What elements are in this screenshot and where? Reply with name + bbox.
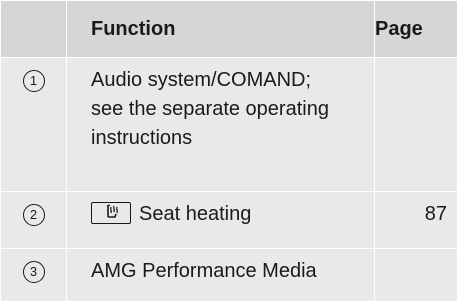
- function-text-line: Audio system/COMAND;: [91, 66, 368, 95]
- function-cell: Seat heating: [67, 192, 375, 249]
- function-text-line: instructions: [91, 124, 368, 153]
- circled-number: 3: [23, 261, 45, 283]
- function-cell: Audio system/COMAND; see the separate op…: [67, 58, 375, 192]
- table-row: 2 Seat heating: [1, 192, 457, 249]
- table-row: 3 AMG Performance Media: [1, 249, 457, 302]
- function-cell: AMG Performance Media: [67, 249, 375, 302]
- page-cell: [375, 249, 457, 302]
- circled-number: 1: [23, 70, 45, 92]
- row-number-cell: 2: [1, 192, 67, 249]
- page-cell: [375, 58, 457, 192]
- function-text-line: see the separate operating: [91, 95, 368, 124]
- row-number-cell: 1: [1, 58, 67, 192]
- number-column-header: [1, 1, 67, 58]
- table-row: 1 Audio system/COMAND; see the separate …: [1, 58, 457, 192]
- row-number-cell: 3: [1, 249, 67, 302]
- page-cell: 87: [375, 192, 457, 249]
- function-text: Seat heating: [139, 203, 251, 225]
- function-column-header: Function: [67, 1, 375, 58]
- circled-number: 2: [23, 204, 45, 226]
- seat-heating-icon: [91, 202, 131, 224]
- table-header-row: Function Page: [1, 1, 457, 58]
- page-column-header: Page: [375, 1, 457, 58]
- function-table: Function Page 1 Audio system/COMAND; see…: [0, 0, 457, 302]
